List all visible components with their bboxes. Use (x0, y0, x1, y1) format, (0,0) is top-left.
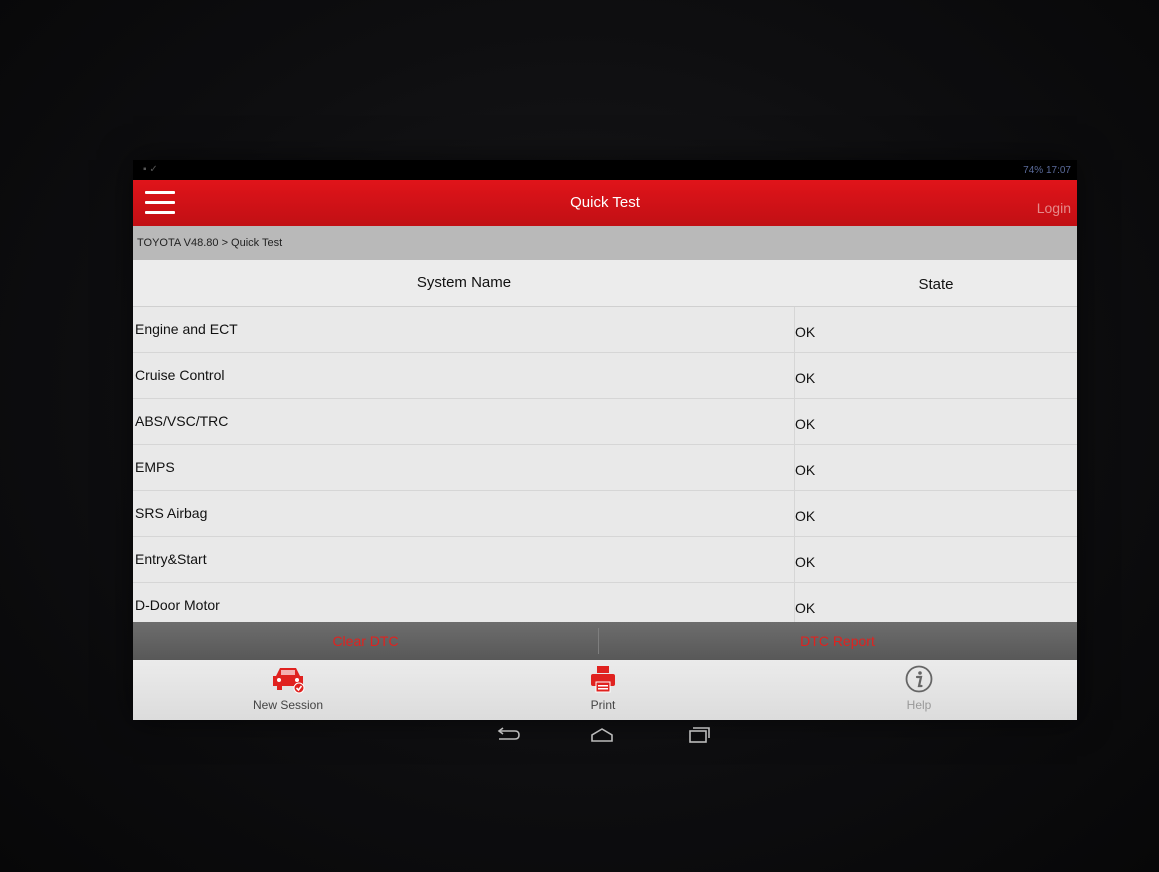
help-label: Help (906, 698, 932, 712)
system-name-cell: Cruise Control (135, 367, 225, 383)
system-name-cell: EMPS (135, 459, 175, 475)
status-indicators: 74% 17:07 (1023, 165, 1071, 176)
action-bar: Clear DTC DTC Report (133, 622, 1077, 660)
recents-icon[interactable] (685, 727, 711, 743)
login-button[interactable]: Login (1037, 200, 1071, 216)
state-cell: OK (795, 462, 816, 478)
new-session-button[interactable]: New Session (188, 664, 388, 712)
new-session-label: New Session (252, 698, 324, 712)
page-title: Quick Test (570, 194, 640, 211)
print-button[interactable]: Print (503, 664, 703, 712)
car-check-icon (273, 668, 305, 694)
header-state: State (918, 276, 954, 293)
app-header: Quick Test Login (133, 180, 1077, 226)
state-cell: OK (795, 324, 816, 340)
state-cell: OK (795, 554, 816, 570)
help-button[interactable]: Help (819, 664, 1019, 712)
system-name-cell: Entry&Start (135, 551, 207, 567)
breadcrumb: TOYOTA V48.80 > Quick Test (133, 226, 1077, 260)
system-name-cell: Engine and ECT (135, 321, 238, 337)
state-cell: OK (795, 600, 816, 616)
table-row[interactable]: ABS/VSC/TRC OK (133, 399, 1077, 445)
info-icon (905, 665, 933, 693)
device-screen: ▪ ✓ 74% 17:07 Quick Test Login TOYOTA V4… (133, 160, 1077, 720)
table-row[interactable]: EMPS OK (133, 445, 1077, 491)
state-cell: OK (795, 416, 816, 432)
clear-dtc-button[interactable]: Clear DTC (133, 622, 598, 660)
table-row[interactable]: Cruise Control OK (133, 353, 1077, 399)
printer-icon (591, 666, 615, 693)
home-icon[interactable] (589, 727, 615, 743)
system-name-cell: SRS Airbag (135, 505, 208, 521)
print-label: Print (590, 698, 616, 712)
bottom-toolbar: New Session Print Help (133, 660, 1077, 720)
status-bar: ▪ ✓ 74% 17:07 (133, 160, 1077, 180)
notification-icon: ▪ ✓ (143, 164, 158, 175)
state-cell: OK (795, 370, 816, 386)
dtc-report-button[interactable]: DTC Report (598, 622, 1077, 660)
system-navigation-bar (133, 720, 1077, 750)
header-system-name: System Name (416, 274, 512, 291)
system-name-cell: D-Door Motor (135, 597, 220, 613)
state-cell: OK (795, 508, 816, 524)
system-table: System Name State Engine and ECT OK Crui… (133, 260, 1077, 622)
back-icon[interactable] (495, 727, 521, 743)
table-row[interactable]: Engine and ECT OK (133, 307, 1077, 353)
table-header: System Name State (133, 260, 1077, 307)
table-row[interactable]: Entry&Start OK (133, 537, 1077, 583)
system-name-cell: ABS/VSC/TRC (135, 413, 229, 429)
table-row[interactable]: SRS Airbag OK (133, 491, 1077, 537)
